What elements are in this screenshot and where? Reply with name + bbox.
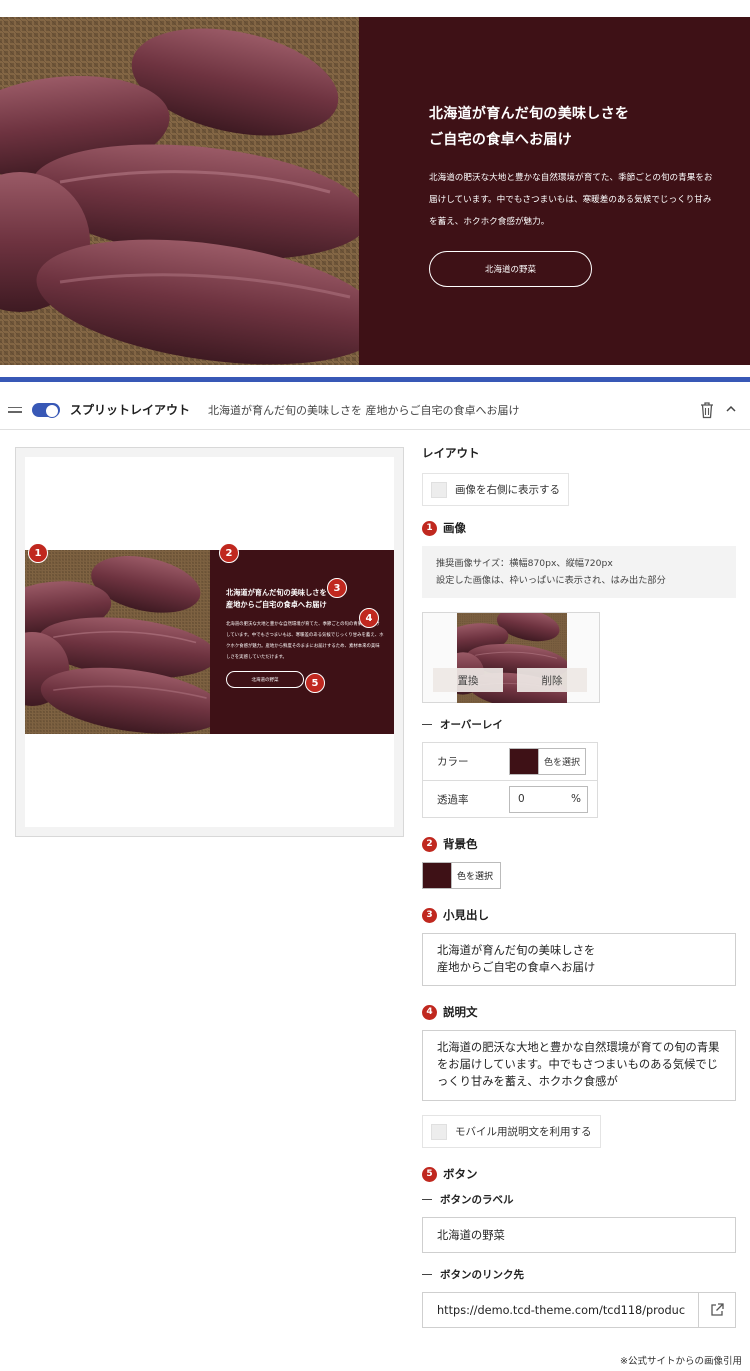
opacity-value[interactable]: 0	[518, 793, 525, 805]
overlay-color-label: カラー	[437, 756, 469, 768]
overlay-color-picker[interactable]: 色を選択	[509, 748, 587, 775]
button-link-title: ボタンのリンク先	[422, 1267, 736, 1282]
block-name: スプリットレイアウト	[70, 403, 191, 417]
mini-text-panel: 北海道が育んだ旬の美味しさを 産地からご自宅の食卓へお届け 北海道の肥沃な大地と…	[210, 550, 394, 734]
description-textarea[interactable]: 北海道の肥沃な大地と豊かな自然環境が育ての旬の青果をお届けしています。中でもさつ…	[422, 1030, 736, 1101]
checkbox-box[interactable]	[431, 1123, 447, 1140]
overlay-color-row: カラー 色を選択	[423, 743, 597, 780]
marker-2: 2	[219, 543, 239, 563]
marker-4: 4	[359, 608, 379, 628]
chevron-up-icon[interactable]	[724, 402, 738, 416]
description-title: 説明文	[443, 1005, 478, 1019]
marker-3: 3	[327, 578, 347, 598]
badge-3: 3	[422, 907, 437, 923]
overlay-title: オーバーレイ	[422, 717, 736, 732]
layout-title: レイアウト	[422, 446, 480, 460]
block-header: スプリットレイアウト 北海道が育んだ旬の美味しさを 産地からご自宅の食卓へお届け	[0, 390, 750, 430]
sweet-potato-photo	[0, 17, 359, 365]
layout-preview: 北海道が育んだ旬の美味しさを 産地からご自宅の食卓へお届け 北海道の肥沃な大地と…	[15, 447, 404, 837]
image-right-label: 画像を右側に表示する	[455, 484, 560, 496]
button-link-row: https://demo.tcd-theme.com/tcd118/produc	[422, 1292, 736, 1328]
description-section-title: 4 説明文	[422, 1004, 736, 1020]
button-label-input[interactable]: 北海道の野菜	[422, 1217, 736, 1253]
button-label-title: ボタンのラベル	[422, 1192, 736, 1207]
dash-icon	[422, 723, 432, 726]
image-thumbnail: 置換 削除	[422, 612, 600, 703]
overlay-table: カラー 色を選択 透過率 0 %	[422, 742, 598, 818]
section-divider	[0, 377, 750, 382]
image-section-title: 1 画像	[422, 520, 736, 536]
image-title: 画像	[443, 521, 466, 535]
heading-section-title: 3 小見出し	[422, 907, 736, 923]
opacity-input[interactable]: 0 %	[509, 785, 588, 813]
heading-title: 小見出し	[443, 908, 489, 922]
dash-icon	[422, 1198, 432, 1201]
external-link-icon	[711, 1303, 724, 1316]
bgcolor-title: 背景色	[443, 837, 478, 851]
block-enable-toggle[interactable]	[32, 402, 60, 418]
heading-textarea[interactable]: 北海道が育んだ旬の美味しさを 産地からご自宅の食卓へお届け	[422, 933, 736, 986]
dash-icon	[422, 1273, 432, 1276]
image-right-checkbox[interactable]: 画像を右側に表示する	[422, 473, 569, 506]
block-summary: 北海道が育んだ旬の美味しさを 産地からご自宅の食卓へお届け	[208, 403, 520, 417]
mini-description: 北海道の肥沃な大地と豊かな自然環境が育てた、季節ごとの旬の青果をお届けしています…	[226, 622, 384, 660]
color-select-label[interactable]: 色を選択	[538, 749, 586, 774]
hero-preview: 北海道が育んだ旬の美味しさを ご自宅の食卓へお届け 北海道の肥沃な大地と豊かな自…	[0, 17, 750, 365]
checkbox-box[interactable]	[431, 481, 447, 498]
badge-1: 1	[422, 520, 437, 536]
image-credit: ※公式サイトからの画像引用	[620, 1356, 742, 1367]
image-note-line2: 設定した画像は、枠いっぱいに表示され、はみ出た部分	[436, 575, 666, 586]
percent-unit: %	[571, 793, 581, 805]
hero-text-panel: 北海道が育んだ旬の美味しさを ご自宅の食卓へお届け 北海道の肥沃な大地と豊かな自…	[359, 17, 750, 365]
badge-2: 2	[422, 836, 437, 852]
mini-button: 北海道の野菜	[226, 671, 304, 688]
button-link-title-text: ボタンのリンク先	[440, 1269, 524, 1281]
overlay-opacity-label: 透過率	[437, 793, 469, 806]
marker-5: 5	[305, 673, 325, 693]
settings-panel: レイアウト 画像を右側に表示する 1 画像 推奨画像サイズ：横幅870px、縦幅…	[422, 445, 736, 1328]
drag-handle-icon[interactable]	[8, 406, 22, 413]
replace-image-button[interactable]: 置換	[433, 668, 503, 692]
badge-5: 5	[422, 1166, 437, 1182]
bgcolor-section-title: 2 背景色	[422, 836, 736, 852]
marker-1: 1	[28, 543, 48, 563]
image-note-line1: 推奨画像サイズ：横幅870px、縦幅720px	[436, 558, 613, 569]
bg-color-select-label[interactable]: 色を選択	[451, 863, 499, 888]
button-title: ボタン	[443, 1167, 478, 1181]
hero-button[interactable]: 北海道の野菜	[429, 251, 592, 287]
mobile-description-label: モバイル用説明文を利用する	[455, 1126, 592, 1138]
bg-color-swatch[interactable]	[423, 863, 451, 888]
button-section-title: 5 ボタン	[422, 1166, 736, 1182]
hero-description: 北海道の肥沃な大地と豊かな自然環境が育てた、季節ごとの旬の青果をお届けしています…	[429, 173, 713, 227]
overlay-opacity-row: 透過率 0 %	[423, 780, 597, 817]
bg-color-picker[interactable]: 色を選択	[422, 862, 501, 889]
mobile-description-checkbox[interactable]: モバイル用説明文を利用する	[422, 1115, 601, 1148]
delete-image-button[interactable]: 削除	[517, 668, 587, 692]
open-link-button[interactable]	[699, 1292, 736, 1328]
overlay-title-text: オーバーレイ	[440, 719, 503, 731]
color-swatch[interactable]	[510, 749, 538, 774]
mini-title: 北海道が育んだ旬の美味しさを 産地からご自宅の食卓へお届け	[226, 588, 327, 609]
mini-potato-photo	[25, 550, 210, 734]
button-label-title-text: ボタンのラベル	[440, 1194, 514, 1206]
hero-title: 北海道が育んだ旬の美味しさを ご自宅の食卓へお届け	[429, 106, 630, 148]
trash-icon[interactable]	[700, 401, 714, 419]
button-link-input[interactable]: https://demo.tcd-theme.com/tcd118/produc	[422, 1292, 699, 1328]
image-note: 推奨画像サイズ：横幅870px、縦幅720px 設定した画像は、枠いっぱいに表示…	[422, 546, 736, 598]
badge-4: 4	[422, 1004, 437, 1020]
